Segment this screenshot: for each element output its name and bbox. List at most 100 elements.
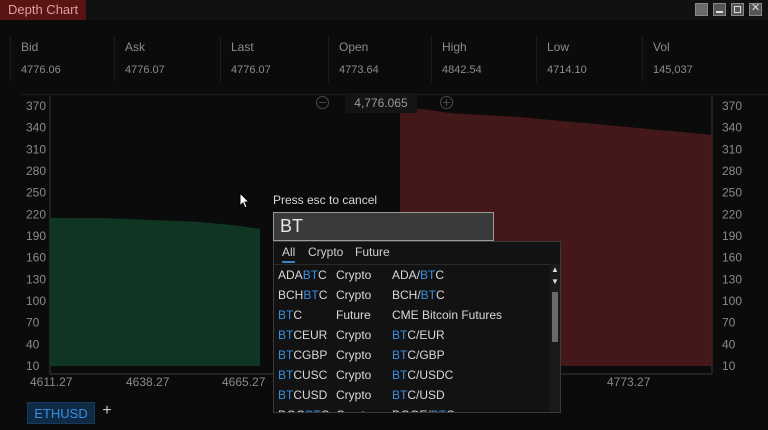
y-tick-label-left: 280 [26, 164, 46, 178]
result-type: Crypto [336, 348, 372, 362]
results-scrollbar[interactable]: ▲ ▼ [550, 264, 560, 412]
symbol-suffix: CUSD [293, 388, 328, 402]
window-menu-button[interactable] [695, 3, 708, 16]
symbol-prefix: BCH [278, 288, 304, 302]
symbol-suffix: CGBP [293, 348, 328, 362]
symbol-suffix: C [318, 268, 327, 282]
search-result-row[interactable]: ADABTC Crypto ADA/BTC [274, 264, 550, 284]
y-tick-label-left: 130 [26, 272, 46, 286]
result-type: Crypto [336, 368, 372, 382]
search-result-row[interactable]: BTCUSD Crypto BTC/USD [274, 384, 550, 404]
y-tick-label-left: 10 [26, 359, 40, 373]
symbol-match: BT [278, 308, 294, 322]
result-description: ADA/BTC [392, 268, 444, 282]
maximize-button[interactable] [731, 3, 744, 16]
y-tick-label-right: 370 [722, 99, 742, 113]
market-stats: Bid 4776.06 Ask 4776.07 Last 4776.07 Open 4773.… [10, 36, 768, 95]
symbol-match: BT [278, 368, 294, 382]
y-tick-label-right: 250 [722, 186, 742, 200]
desc-prefix: CME Bitcoin Futures [392, 308, 503, 322]
stat-column: Ask 4776.07 [114, 36, 221, 82]
minimize-button[interactable] [713, 3, 726, 16]
search-result-row[interactable]: BTCEUR Crypto BTC/EUR [274, 324, 550, 344]
filter-tab-crypto[interactable]: Crypto [308, 245, 343, 261]
desc-match: BT [431, 408, 446, 412]
result-description: BTC/GBP [392, 348, 445, 362]
desc-prefix: DOGE/ [392, 408, 431, 412]
x-tick-label: 4638.27 [126, 375, 170, 389]
close-button[interactable] [749, 1, 762, 16]
stat-header: Bid [21, 40, 39, 54]
result-type: Crypto [336, 388, 372, 402]
y-tick-label-right: 280 [722, 164, 742, 178]
stat-value: 4776.07 [125, 64, 165, 76]
result-description: BTC/USD [392, 388, 445, 402]
stat-value: 4776.07 [231, 64, 271, 76]
x-tick-label: 4611.27 [30, 375, 73, 389]
symbol-match: BT [278, 388, 294, 402]
stat-column: Vol 145,037 [642, 36, 759, 82]
desc-match: BT [392, 348, 408, 362]
stat-value: 4842.54 [442, 64, 482, 76]
result-symbol: BTC [278, 308, 302, 322]
add-tab-button[interactable]: + [98, 402, 116, 420]
stat-header: Vol [653, 40, 670, 54]
mouse-cursor-icon [239, 192, 251, 209]
y-tick-label-left: 220 [26, 207, 46, 221]
stat-header: Last [231, 40, 254, 54]
y-tick-label-right: 70 [722, 316, 736, 330]
result-type: Crypto [336, 408, 371, 412]
result-type: Crypto [336, 288, 372, 302]
symbol-prefix: DOG [278, 408, 305, 412]
filter-tab-all[interactable]: All [282, 245, 296, 263]
result-symbol: DOGBTC [278, 408, 329, 412]
zoom-out-icon[interactable] [316, 96, 329, 109]
symbol-suffix: CEUR [293, 328, 328, 342]
y-tick-label-left: 190 [26, 229, 46, 243]
stat-value: 4776.06 [21, 64, 61, 76]
symbol-search-input[interactable] [273, 212, 494, 241]
search-result-row[interactable]: BTCGBP Crypto BTC/GBP [274, 344, 550, 364]
y-tick-label-left: 250 [26, 186, 46, 200]
search-result-row[interactable]: BCHBTC Crypto BCH/BTC [274, 284, 550, 304]
search-result-row[interactable]: BTC Future CME Bitcoin Futures [274, 304, 550, 324]
y-tick-label-right: 10 [722, 359, 736, 373]
desc-suffix: C/USDC [407, 368, 454, 382]
y-tick-label-left: 70 [26, 316, 40, 330]
result-symbol: BTCGBP [278, 348, 327, 362]
stat-column: Open 4773.64 [328, 36, 432, 82]
y-tick-label-right: 40 [722, 337, 736, 351]
symbol-suffix: CUSC [293, 368, 328, 382]
desc-match: BT [392, 388, 408, 402]
y-tick-label-right: 220 [722, 207, 742, 221]
scroll-up-icon[interactable]: ▲ [551, 266, 559, 274]
desc-suffix: C [446, 408, 455, 412]
y-tick-label-right: 100 [722, 294, 742, 308]
search-result-row[interactable]: DOGBTC Crypto DOGE/BTC [274, 404, 550, 412]
scroll-thumb[interactable] [552, 292, 558, 342]
stat-column: Last 4776.07 [220, 36, 329, 82]
window-title: Depth Chart [0, 0, 87, 20]
y-tick-label-left: 160 [26, 251, 46, 265]
tab-ethusd[interactable]: ETHUSD [27, 402, 95, 424]
scroll-down-icon[interactable]: ▼ [551, 278, 559, 286]
stat-header: Low [547, 40, 570, 54]
y-tick-label-right: 340 [722, 121, 742, 135]
y-tick-label-left: 100 [26, 294, 46, 308]
x-tick-label: 4773.27 [607, 375, 651, 389]
filter-tab-future[interactable]: Future [355, 245, 390, 261]
stat-value: 4773.64 [339, 64, 379, 76]
desc-suffix: C [435, 268, 445, 282]
desc-suffix: C/GBP [407, 348, 445, 362]
symbol-suffix: C [293, 308, 303, 322]
desc-suffix: C/EUR [407, 328, 445, 342]
symbol-match: BT [303, 288, 319, 302]
search-hint: Press esc to cancel [273, 193, 378, 207]
result-symbol: ADABTC [278, 268, 327, 282]
zoom-in-icon[interactable] [440, 96, 453, 109]
desc-prefix: ADA/ [392, 268, 421, 282]
y-tick-label-right: 130 [722, 272, 742, 286]
search-result-row[interactable]: BTCUSC Crypto BTC/USDC [274, 364, 550, 384]
desc-match: BT [392, 328, 408, 342]
filter-tabs: All Crypto Future [274, 242, 560, 265]
